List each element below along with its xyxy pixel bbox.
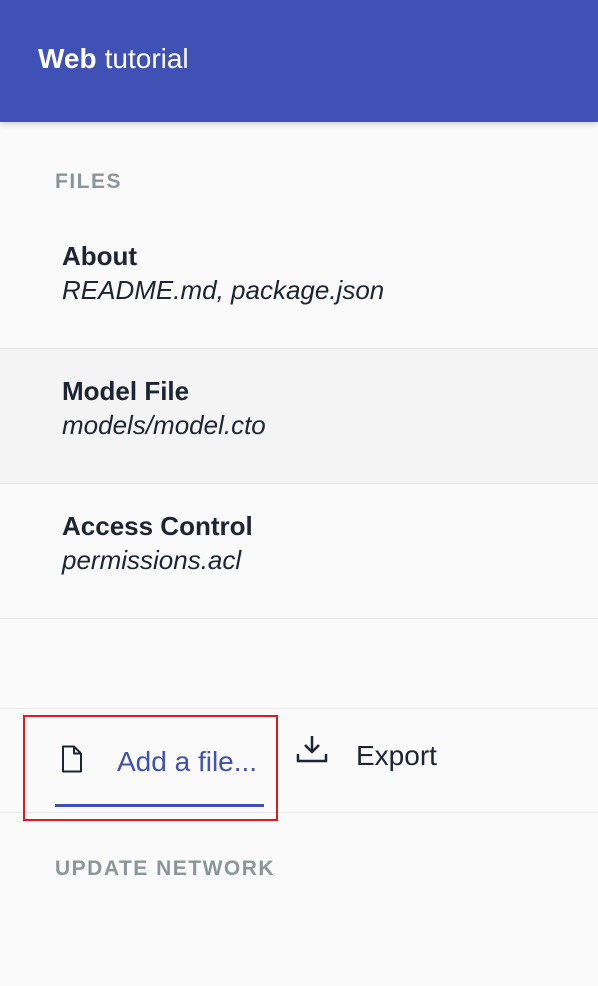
file-item-about[interactable]: About README.md, package.json bbox=[0, 214, 598, 349]
file-actions-bar: Add a file... Export bbox=[0, 709, 598, 821]
app-title-bold: Web bbox=[38, 43, 97, 74]
file-item-model-file[interactable]: Model File models/model.cto bbox=[0, 349, 598, 484]
file-item-access-control[interactable]: Access Control permissions.acl bbox=[0, 484, 598, 619]
active-tab-underline bbox=[55, 804, 264, 807]
file-item-subtitle: models/model.cto bbox=[62, 410, 266, 440]
list-spacer bbox=[0, 619, 598, 709]
file-item-subtitle: permissions.acl bbox=[62, 545, 242, 575]
file-list: About README.md, package.json Model File… bbox=[0, 214, 598, 619]
add-file-button[interactable]: Add a file... bbox=[23, 715, 278, 821]
file-icon bbox=[61, 745, 83, 778]
app-title: Web tutorial bbox=[38, 45, 189, 73]
update-network-label: UPDATE NETWORK bbox=[55, 857, 276, 880]
files-section-label: FILES bbox=[55, 170, 123, 193]
file-item-title: Model File bbox=[62, 376, 190, 406]
add-file-label: Add a file... bbox=[117, 746, 258, 777]
app-title-light: tutorial bbox=[104, 43, 189, 74]
app-header: Web tutorial bbox=[0, 0, 598, 122]
file-item-title: Access Control bbox=[62, 511, 253, 541]
download-icon bbox=[296, 734, 328, 769]
file-item-title: About bbox=[62, 241, 138, 271]
file-item-subtitle: README.md, package.json bbox=[62, 275, 385, 305]
export-button[interactable]: Export bbox=[296, 735, 437, 773]
export-label: Export bbox=[356, 740, 437, 771]
